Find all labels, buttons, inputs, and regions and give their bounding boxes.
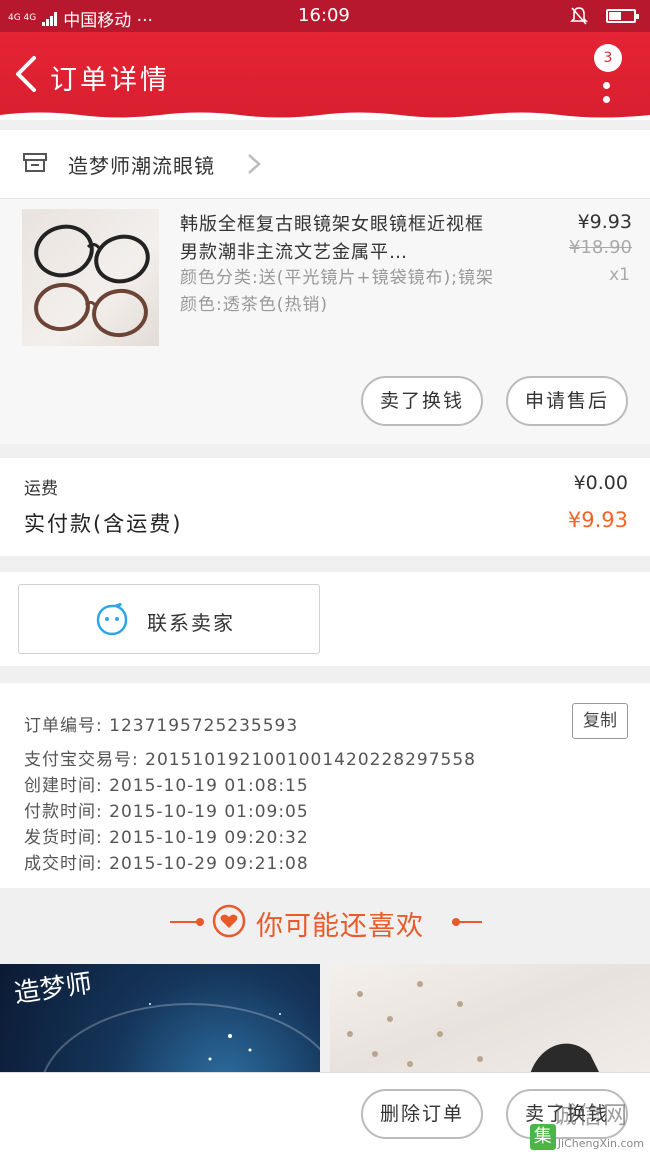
apply-after-sales-button[interactable]: 申请售后: [506, 376, 628, 426]
store-icon: [23, 153, 47, 172]
contact-section: 联系卖家: [0, 572, 650, 666]
back-arrow-icon[interactable]: [12, 54, 42, 94]
more-dots-icon: [603, 82, 610, 89]
recommend-card-1[interactable]: 造梦师: [0, 964, 320, 1074]
status-bar: 4G 4G 中国移动 ··· 16:09: [0, 0, 650, 32]
product-spec: 颜色分类:送(平光镜片+镜袋镜布);镜架颜色:透茶色(热销): [180, 268, 494, 315]
recommend-title: 你可能还喜欢: [256, 911, 424, 942]
shipping-label: 运费: [24, 479, 58, 499]
created-time: 创建时间: 2015-10-19 01:08:15: [24, 776, 309, 796]
chat-bubble-icon: [96, 603, 128, 636]
clock: 16:09: [298, 5, 350, 26]
alipay-trade-number: 支付宝交易号: 2015101921001001420228297558: [24, 750, 476, 770]
signal-icon: [42, 11, 58, 26]
chevron-right-icon: [248, 154, 261, 174]
recommend-header: 你可能还喜欢: [0, 890, 650, 954]
battery-icon: [606, 9, 639, 23]
shipped-time: 发货时间: 2015-10-19 09:20:32: [24, 828, 309, 848]
shop-name: 造梦师潮流眼镜: [68, 154, 215, 178]
more-dots-icon-lower: [603, 96, 610, 103]
shop-row[interactable]: 造梦师潮流眼镜: [0, 130, 650, 199]
status-right: [570, 6, 639, 26]
contact-seller-button[interactable]: 联系卖家: [18, 584, 320, 654]
paid-amount-value: ¥9.93: [567, 508, 628, 532]
divider-right: [452, 921, 482, 923]
nav-header: 订单详情 3: [0, 32, 650, 120]
order-info: 订单编号: 1237195725235593 支付宝交易号: 201510192…: [0, 683, 650, 888]
product-item[interactable]: 韩版全框复古眼镜架女眼镜框近视框男款潮非主流文艺金属平… 颜色分类:送(平光镜片…: [0, 199, 650, 444]
completed-time: 成交时间: 2015-10-29 09:21:08: [24, 854, 309, 874]
heart-icon: [212, 904, 246, 938]
copy-order-number-button[interactable]: 复制: [572, 703, 628, 739]
delete-order-button[interactable]: 删除订单: [361, 1089, 483, 1139]
contact-seller-label: 联系卖家: [147, 611, 235, 635]
status-left: 4G 4G 中国移动 ···: [8, 6, 153, 31]
shipping-value: ¥0.00: [573, 472, 628, 494]
divider-dot-left: [196, 918, 204, 926]
glasses-image: [34, 224, 150, 338]
header-wave-decoration: [0, 112, 650, 120]
mute-bell-icon: [570, 7, 588, 25]
product-original-price: ¥18.90: [569, 237, 632, 258]
product-price: ¥9.93: [577, 211, 632, 233]
star-fabric-image: [347, 981, 600, 1074]
sell-for-cash-button[interactable]: 卖了换钱: [361, 376, 483, 426]
product-title[interactable]: 韩版全框复古眼镜架女眼镜框近视框男款潮非主流文艺金属平…: [180, 211, 500, 267]
paid-time: 付款时间: 2015-10-19 01:09:05: [24, 802, 309, 822]
watermark-text: 诚信网: [553, 1101, 628, 1129]
message-count-badge: 3: [594, 44, 622, 72]
bottom-action-bar: 删除订单 卖了换钱 诚信网 集 JiChengXin.com: [0, 1072, 650, 1156]
network-type: 4G 4G: [8, 13, 37, 23]
carrier-label: 中国移动 ···: [63, 11, 153, 31]
starry-lens-image: [42, 1003, 320, 1074]
recommend-card-2[interactable]: [330, 964, 650, 1074]
more-menu-button[interactable]: 3: [590, 44, 626, 114]
order-totals: 运费 ¥0.00 实付款(含运费) ¥9.93: [0, 458, 650, 556]
paid-amount-label: 实付款(含运费): [24, 512, 183, 536]
order-number: 订单编号: 1237195725235593: [24, 716, 299, 736]
product-image[interactable]: [22, 209, 159, 346]
product-quantity: x1: [609, 265, 630, 285]
page-title: 订单详情: [50, 65, 170, 96]
